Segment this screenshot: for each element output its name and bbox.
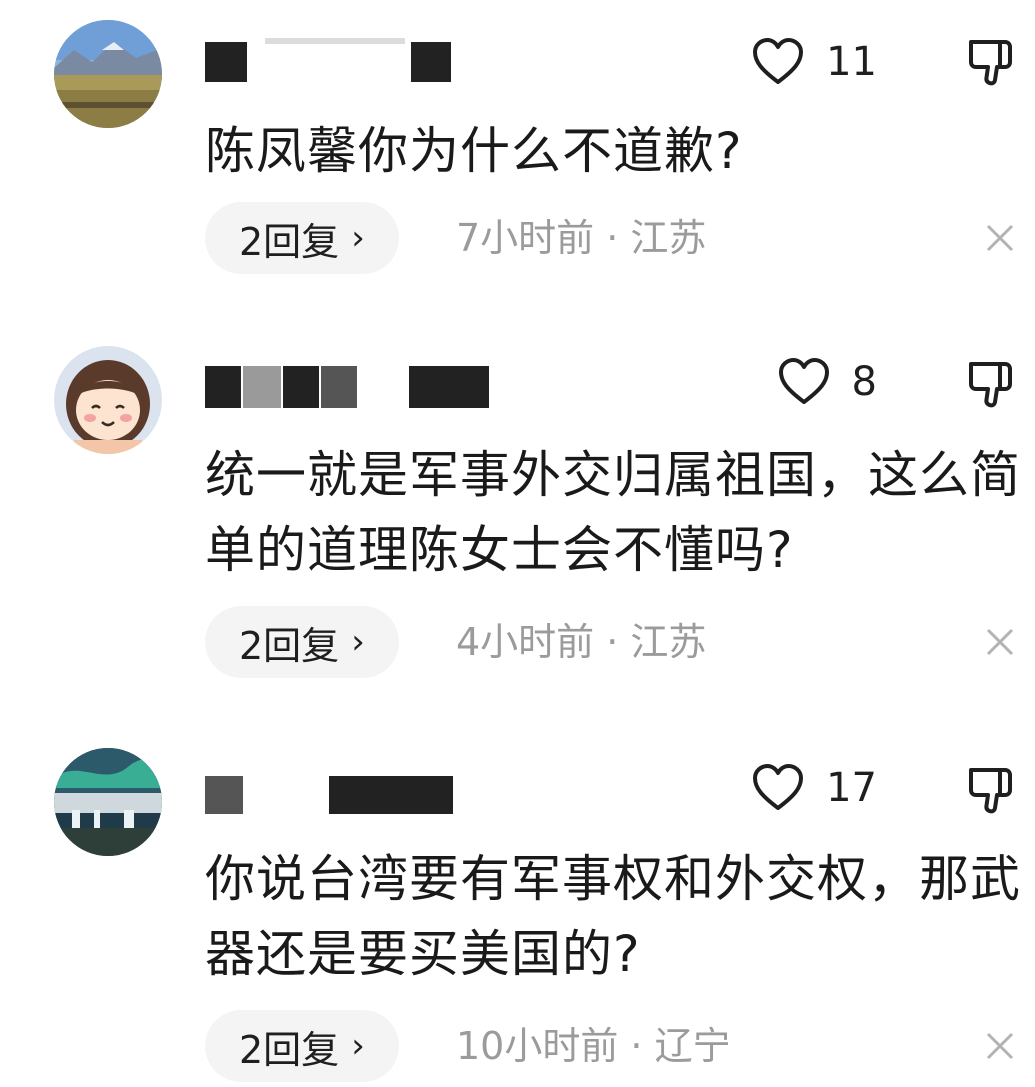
replies-label: 2回复: [239, 1027, 340, 1072]
redaction-block: [329, 776, 453, 814]
comment-text: 你说台湾要有军事权和外交权，那武器还是要买美国的?: [205, 850, 1021, 983]
redaction-block: [205, 776, 243, 814]
comment-meta: 10小时前 · 辽宁: [456, 1024, 731, 1068]
like-button[interactable]: 17: [752, 764, 877, 812]
comment-item: 17 你说台湾要有军事权和外交权，那武器还是要买美国的? 2回复 › 10小时前…: [0, 0, 1035, 1087]
aurora-waterfall-avatar-icon: [54, 748, 162, 856]
user-avatar[interactable]: [54, 748, 162, 856]
thumbs-down-icon: [969, 768, 1012, 814]
heart-outline-icon: [753, 764, 804, 810]
chevron-right-icon: ›: [351, 1026, 365, 1066]
replies-button[interactable]: 2回复 ›: [205, 1010, 399, 1082]
masked-username[interactable]: [205, 768, 505, 814]
close-button[interactable]: [983, 1029, 1017, 1063]
close-icon: [986, 1032, 1014, 1060]
dislike-button[interactable]: [965, 764, 1017, 816]
like-count: 17: [826, 765, 877, 811]
